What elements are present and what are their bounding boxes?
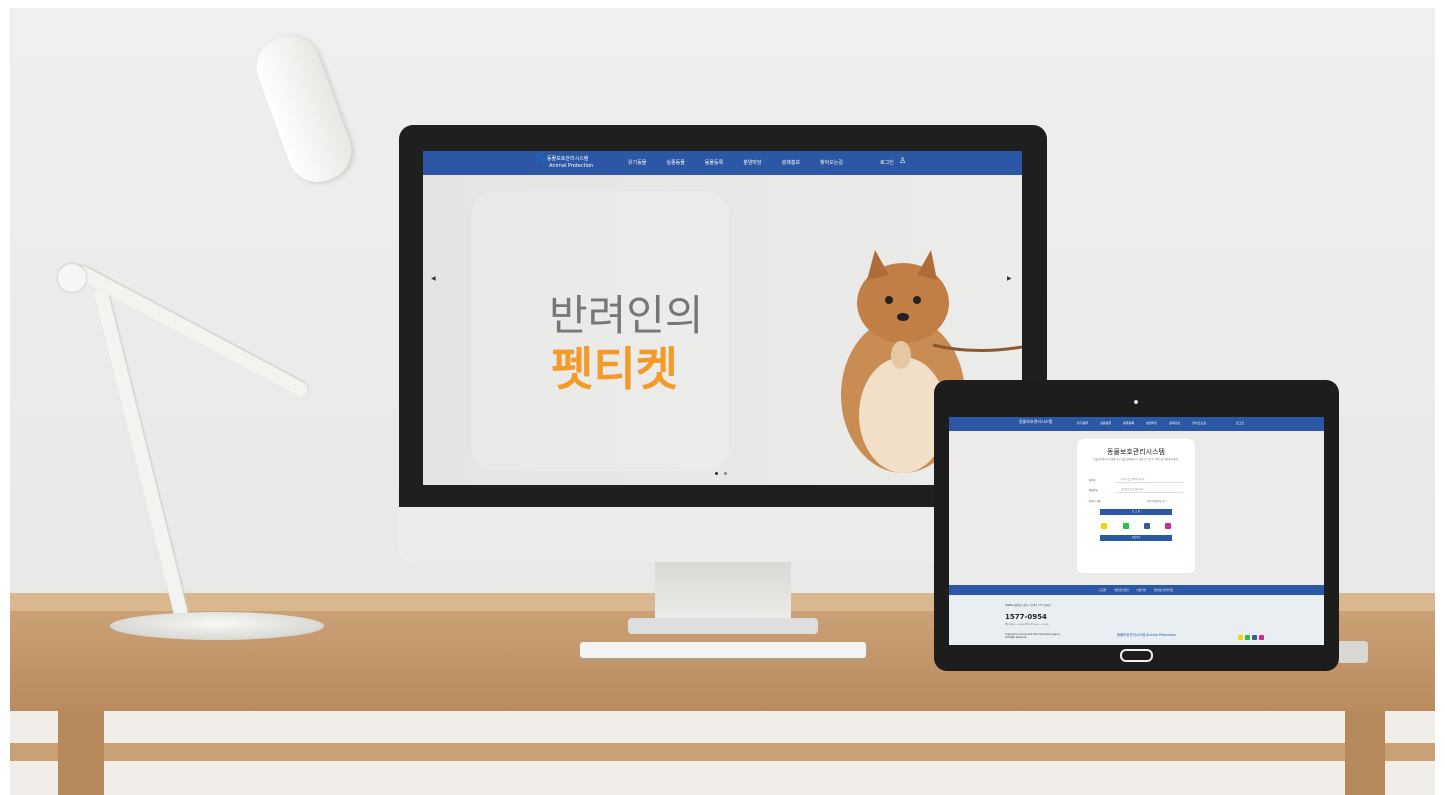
keyboard	[580, 642, 866, 658]
footer-hours: 평일 09:00 ~ 18:00 (점심시간 12:00 ~ 13:00)	[1005, 624, 1049, 626]
hero-banner: 반려인의 펫티켓 ◀ ▶	[423, 175, 1022, 485]
login-button[interactable]: 로 그 인	[1100, 509, 1172, 515]
slider-dot[interactable]	[715, 472, 718, 475]
kakao-icon[interactable]	[1101, 523, 1107, 529]
footer-copyright: Copyright by Animal and Plant Quarantine…	[1005, 633, 1061, 639]
footer: (39660) 경상북도 김천시 혁신8로 177 농림축산 1577-0954…	[949, 595, 1324, 645]
footer-link[interactable]: 영상정보처리방침	[1154, 588, 1173, 592]
slider-next-arrow[interactable]: ▶	[1007, 275, 1012, 282]
menu-item[interactable]: 찾아오는길	[1192, 421, 1206, 425]
menu-item[interactable]: 분양마당	[1146, 421, 1157, 425]
menu-item[interactable]: 분양마당	[743, 159, 761, 166]
menu-item[interactable]: 유기동물	[628, 159, 646, 166]
tablet-screen: 동물보호관리시스템 유기동물 실종동물 동물등록 분양마당 광쾌홍보 찾아오는길…	[949, 417, 1324, 645]
pw-input[interactable]: 비밀번호를 입력하세요	[1115, 487, 1183, 493]
monitor-stand-foot	[628, 618, 818, 634]
tablet-nav-bar: 동물보호관리시스템 유기동물 실종동물 동물등록 분양마당 광쾌홍보 찾아오는길…	[949, 417, 1324, 431]
footer-logo: 동물보호관리시스템 Animal Protection	[1117, 633, 1177, 637]
logo-subtitle: Animal Protection	[549, 163, 594, 169]
facebook-icon[interactable]	[1252, 635, 1257, 640]
logo-title: 동물보호관리시스템	[547, 156, 589, 162]
footer-sns	[1238, 635, 1264, 640]
footer-address: (39660) 경상북도 김천시 혁신8로 177 농림축산	[1005, 604, 1051, 607]
footer-link[interactable]: 개인정보방침	[1114, 588, 1128, 592]
menu-item[interactable]: 실종동물	[666, 159, 684, 166]
lamp-joint	[58, 264, 86, 292]
login-card: 동물보호관리시스템 동물보호관리시스템에 오신 것을 환영합니다. 회원 로그인…	[1077, 439, 1195, 573]
facebook-icon[interactable]	[1144, 523, 1150, 529]
login-link[interactable]: 로그인	[1236, 421, 1244, 425]
monitor-logo[interactable]: 🐾 동물보호관리시스템 Animal Protection	[535, 153, 595, 171]
login-link[interactable]: 로그인	[880, 159, 894, 166]
tablet-home-button[interactable]	[1120, 649, 1153, 662]
dog-logo-icon: 🐾	[535, 153, 548, 164]
menu-item[interactable]: 동물등록	[1123, 421, 1134, 425]
join-button[interactable]: 회원가입	[1100, 535, 1172, 541]
menu-item[interactable]: 광쾌홍보	[1169, 421, 1180, 425]
scene: 🐾 동물보호관리시스템 Animal Protection 유기동물 실종동물 …	[10, 8, 1435, 795]
phone	[1338, 641, 1368, 663]
find-account-link[interactable]: 아이디/비밀번호 찾기	[1147, 499, 1167, 503]
remember-checkbox[interactable]: 아이디 저장	[1089, 499, 1101, 503]
pw-label: 비밀번호	[1089, 489, 1098, 492]
naver-icon[interactable]	[1245, 635, 1250, 640]
user-icon[interactable]: ♙	[899, 156, 906, 165]
desk-leg-left	[58, 711, 104, 795]
sns-login	[1101, 523, 1173, 530]
tablet-logo[interactable]: 동물보호관리시스템	[1019, 419, 1052, 425]
menu-item[interactable]: 실종동물	[1100, 421, 1111, 425]
slider-dots	[715, 472, 727, 475]
lamp-arm-lower	[92, 286, 189, 620]
desk-leg-right	[1345, 711, 1385, 795]
login-description: 동물보호관리시스템에 오신 것을 환영합니다. 회원 로그인 후 서비스를 이용…	[1093, 458, 1179, 461]
id-input[interactable]: 아이디를 입력해 주세요	[1115, 477, 1183, 483]
desk-rail	[10, 743, 1435, 761]
footer-menu: 도움말 개인정보방침 이용약관 영상정보처리방침	[1099, 588, 1173, 592]
slider-dot[interactable]	[724, 472, 727, 475]
kakao-icon[interactable]	[1238, 635, 1243, 640]
tablet: 동물보호관리시스템 유기동물 실종동물 동물등록 분양마당 광쾌홍보 찾아오는길…	[934, 380, 1339, 671]
footer-menu-band: 도움말 개인정보방침 이용약관 영상정보처리방침	[949, 585, 1324, 595]
monitor-menu: 유기동물 실종동물 동물등록 분양마당 광쾌홍보 찾아오는길	[628, 159, 843, 166]
menu-item[interactable]: 동물등록	[705, 159, 723, 166]
lamp-head	[248, 27, 360, 191]
footer-phone: 1577-0954	[1005, 613, 1047, 621]
hero-highlight: 펫티켓	[551, 342, 678, 396]
id-row: 아이디 아이디를 입력해 주세요	[1087, 477, 1185, 484]
footer-link[interactable]: 도움말	[1099, 588, 1106, 592]
menu-item[interactable]: 유기동물	[1077, 421, 1088, 425]
monitor-stand	[655, 562, 791, 622]
copyright-line: All Rights Reserved.	[1005, 636, 1027, 639]
menu-item[interactable]: 광쾌홍보	[782, 159, 800, 166]
tablet-menu: 유기동물 실종동물 동물등록 분양마당 광쾌홍보 찾아오는길	[1077, 421, 1206, 425]
login-title: 동물보호관리시스템	[1107, 448, 1165, 456]
tablet-camera	[1134, 400, 1138, 404]
naver-icon[interactable]	[1123, 523, 1129, 529]
pw-row: 비밀번호 비밀번호를 입력하세요	[1087, 487, 1185, 494]
instagram-icon[interactable]	[1165, 523, 1171, 529]
slider-prev-arrow[interactable]: ◀	[431, 275, 436, 282]
monitor-screen: 🐾 동물보호관리시스템 Animal Protection 유기동물 실종동물 …	[423, 151, 1022, 485]
monitor-nav-bar: 🐾 동물보호관리시스템 Animal Protection 유기동물 실종동물 …	[423, 151, 1022, 175]
menu-item[interactable]: 찾아오는길	[820, 159, 843, 166]
footer-link[interactable]: 이용약관	[1137, 588, 1147, 592]
id-label: 아이디	[1089, 479, 1096, 482]
lamp-base	[110, 612, 324, 640]
instagram-icon[interactable]	[1259, 635, 1264, 640]
